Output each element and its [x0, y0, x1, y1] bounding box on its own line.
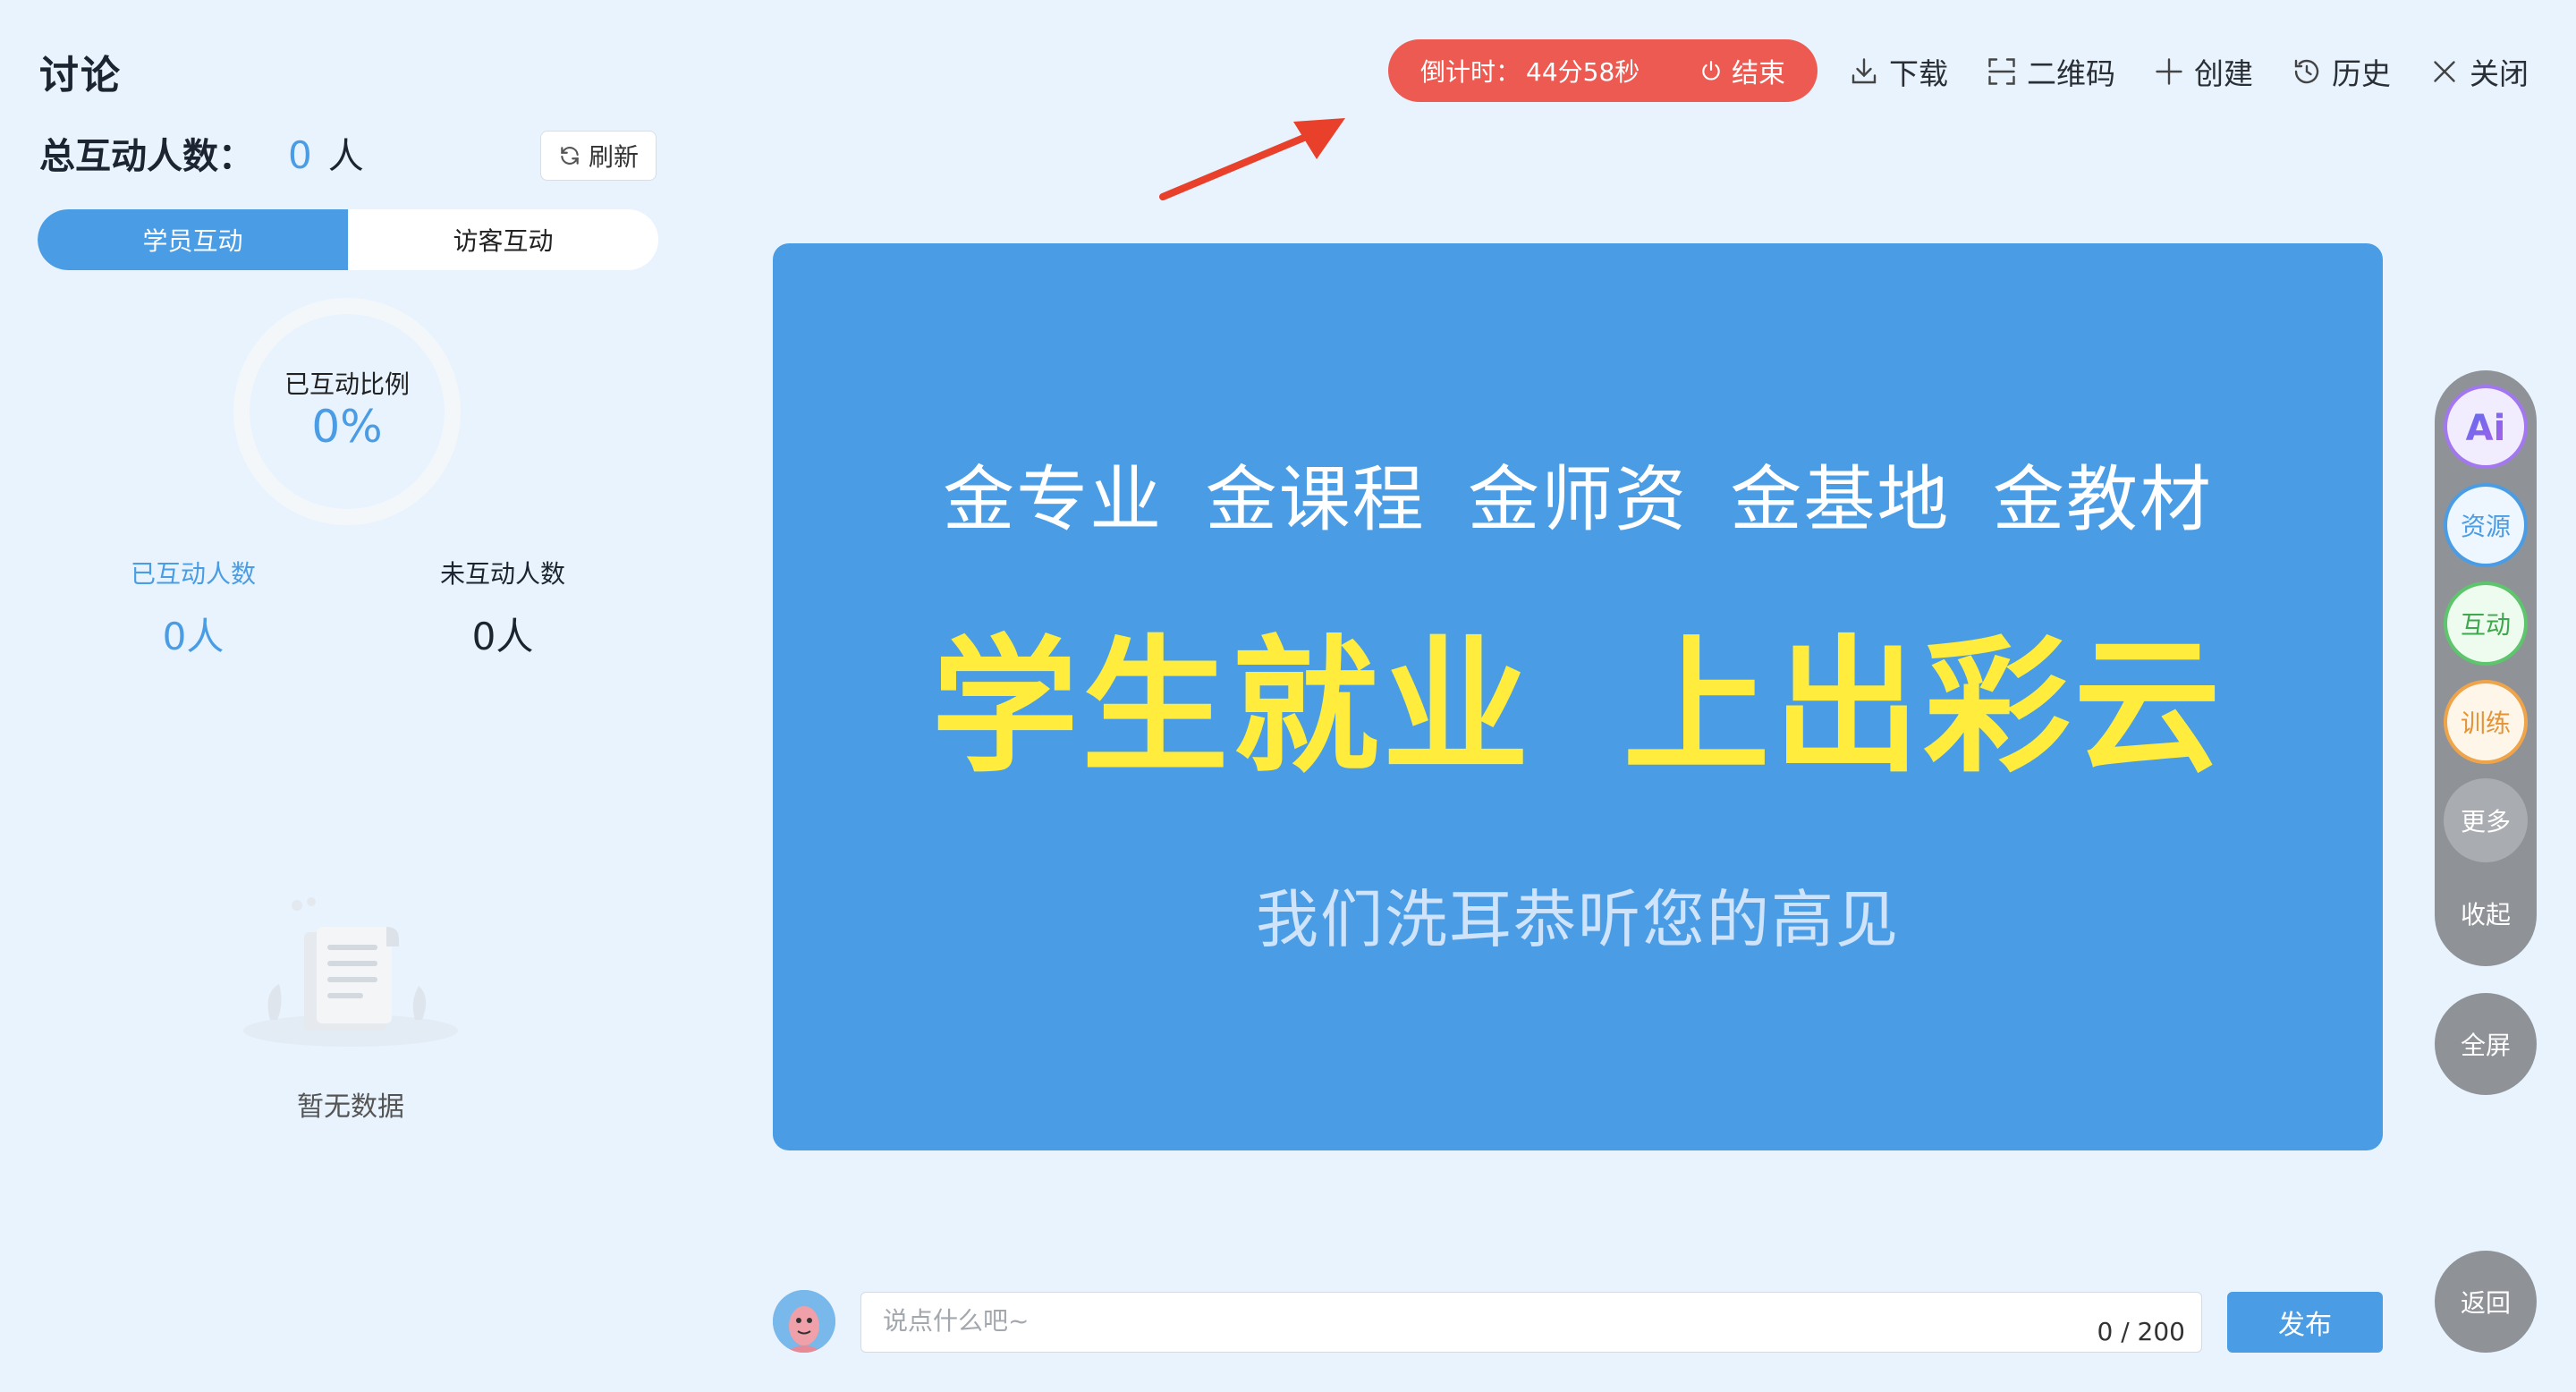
close-icon — [2434, 61, 2455, 82]
power-icon — [1702, 61, 1720, 81]
arrow-annotation — [1159, 118, 1345, 200]
not-interacted-value: 0人 — [471, 615, 534, 658]
history-button[interactable]: 历史 — [2291, 50, 2391, 93]
back-button[interactable]: 返回 — [2435, 1251, 2537, 1353]
comment-box: 0 / 200 — [860, 1292, 2202, 1353]
publish-button[interactable]: 发布 — [2227, 1292, 2383, 1353]
refresh-button[interactable]: 刷新 — [540, 131, 657, 181]
discussion-page: 讨论 总互动人数： 0 人 刷新 学员互动 访客互动 已互动比例 0% 已互动人… — [0, 0, 2576, 1392]
presentation-slide: 金专业 金课程 金师资 金基地 金教材 学生就业 上出彩云 我们洗耳恭听您的高见 — [773, 243, 2383, 1150]
not-interacted-count: 未互动人数 0人 — [386, 555, 619, 661]
ai-button[interactable]: Ai — [2444, 385, 2528, 469]
training-button[interactable]: 训练 — [2444, 680, 2528, 764]
close-button[interactable]: 关闭 — [2428, 50, 2529, 93]
empty-document-illustration — [243, 897, 458, 1047]
interaction-ratio-ring: 已互动比例 0% — [231, 295, 463, 528]
user-avatar-illustration — [773, 1290, 835, 1353]
interaction-tabs: 学员互动 访客互动 — [38, 209, 658, 270]
qrcode-button[interactable]: 二维码 — [1986, 50, 2115, 93]
slide-prompt: 我们洗耳恭听您的高见 — [1256, 883, 1900, 956]
interaction-button[interactable]: 互动 — [2444, 581, 2528, 666]
resources-button[interactable]: 资源 — [2444, 483, 2528, 567]
countdown-timer: 倒计时： 44分58秒 结束 — [1388, 39, 1818, 102]
download-label: 下载 — [1889, 56, 1948, 91]
countdown-label: 倒计时： — [1420, 57, 1521, 87]
fullscreen-button[interactable]: 全屏 — [2435, 993, 2537, 1095]
close-label: 关闭 — [2470, 56, 2529, 91]
tab-student-interaction[interactable]: 学员互动 — [38, 209, 348, 270]
create-button[interactable]: 创建 — [2153, 50, 2253, 93]
qrcode-label: 二维码 — [2027, 56, 2115, 91]
page-title: 讨论 — [39, 53, 122, 98]
not-interacted-label: 未互动人数 — [439, 559, 565, 589]
interacted-value: 0人 — [162, 615, 225, 658]
total-interactions-label: 总互动人数： — [39, 136, 254, 177]
create-label: 创建 — [2194, 56, 2253, 91]
download-icon — [1852, 58, 1877, 84]
end-label: 结束 — [1732, 58, 1785, 89]
collapse-button[interactable]: 收起 — [2444, 871, 2528, 955]
download-button[interactable]: 下载 — [1848, 50, 1948, 93]
total-interactions-value: 0 — [288, 133, 312, 177]
character-count: 0 / 200 — [2097, 1317, 2186, 1346]
tab-visitor-interaction[interactable]: 访客互动 — [348, 209, 658, 270]
end-button[interactable]: 结束 — [1699, 51, 1785, 90]
history-label: 历史 — [2332, 56, 2391, 91]
interacted-label: 已互动人数 — [130, 559, 256, 589]
ratio-label: 已互动比例 — [284, 369, 410, 399]
comment-input[interactable] — [881, 1305, 2047, 1337]
interacted-count: 已互动人数 0人 — [77, 555, 309, 661]
refresh-label: 刷新 — [588, 142, 639, 172]
ratio-value: 0% — [311, 401, 383, 453]
toolbar-actions: 下载 二维码 创建 历史 关闭 — [1848, 50, 2529, 93]
more-button[interactable]: 更多 — [2444, 778, 2528, 862]
avatar — [773, 1290, 835, 1353]
qrcode-scan-icon — [1988, 58, 2015, 85]
ai-icon: Ai — [2466, 408, 2506, 449]
ai-icon-text: Ai — [2466, 408, 2506, 449]
plus-icon — [2156, 58, 2182, 85]
slide-subheading: 金专业 金课程 金师资 金基地 金教材 — [943, 458, 2213, 541]
total-interactions-unit: 人 — [327, 136, 364, 177]
empty-state-text: 暂无数据 — [297, 1091, 404, 1123]
total-interactions: 总互动人数： 0 人 — [39, 127, 364, 179]
history-icon — [2294, 59, 2319, 84]
refresh-icon — [561, 147, 579, 165]
countdown-value: 44分58秒 — [1526, 57, 1640, 87]
slide-headline: 学生就业 上出彩云 — [931, 622, 2224, 793]
